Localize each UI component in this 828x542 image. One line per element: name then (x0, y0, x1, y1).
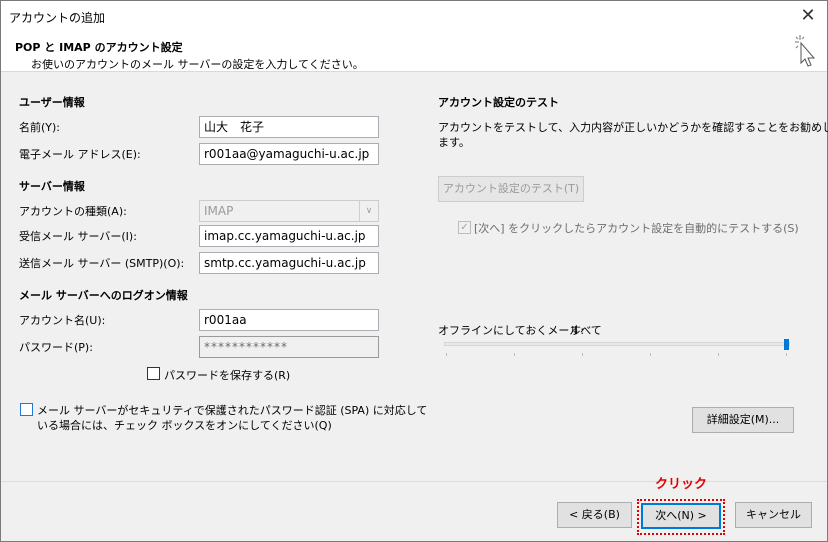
advanced-settings-button[interactable]: 詳細設定(M)... (692, 407, 794, 433)
chevron-down-icon: ∨ (359, 201, 378, 221)
password-label: パスワード(P): (19, 341, 93, 354)
offline-slider-thumb[interactable] (784, 339, 789, 350)
slider-tick (786, 353, 787, 356)
auto-test-checkbox[interactable]: ✓ (458, 221, 471, 234)
slider-tick (718, 353, 719, 356)
save-password-label[interactable]: パスワードを保存する(R) (164, 367, 290, 383)
dialog-header: POP と IMAP のアカウント設定 お使いのアカウントのメール サーバーの設… (1, 31, 827, 72)
window-title: アカウントの追加 (9, 11, 106, 25)
test-heading: アカウント設定のテスト (438, 96, 559, 109)
test-description-line1: アカウントをテストして、入力内容が正しいかどうかを確認することをお勧めし (438, 121, 828, 134)
incoming-server-field[interactable]: imap.cc.yamaguchi-u.ac.jp (199, 225, 379, 247)
server-info-heading: サーバー情報 (19, 180, 85, 193)
slider-tick (582, 353, 583, 356)
spa-label-line2[interactable]: いる場合には、チェック ボックスをオンにしてください(Q) (37, 417, 332, 433)
email-field[interactable]: r001aa@yamaguchi-u.ac.jp (199, 143, 379, 165)
next-button[interactable]: 次へ(N) > (641, 503, 721, 529)
slider-tick (650, 353, 651, 356)
add-account-dialog: アカウントの追加 ✕ POP と IMAP のアカウント設定 お使いのアカウント… (0, 0, 828, 542)
account-name-label: アカウント名(U): (19, 314, 106, 327)
spa-label-line1[interactable]: メール サーバーがセキュリティで保護されたパスワード認証 (SPA) に対応して (37, 402, 427, 418)
name-label: 名前(Y): (19, 121, 61, 134)
close-icon[interactable]: ✕ (795, 3, 821, 29)
account-type-label: アカウントの種類(A): (19, 205, 127, 218)
page-title: POP と IMAP のアカウント設定 (15, 41, 183, 54)
offline-label: オフラインにしておくメール: (438, 324, 585, 337)
user-info-heading: ユーザー情報 (19, 96, 85, 109)
spa-checkbox[interactable] (20, 403, 33, 416)
outgoing-server-field[interactable]: smtp.cc.yamaguchi-u.ac.jp (199, 252, 379, 274)
incoming-server-label: 受信メール サーバー(I): (19, 230, 137, 243)
auto-test-label[interactable]: [次へ] をクリックしたらアカウント設定を自動的にテストする(S) (474, 220, 799, 236)
page-subtitle: お使いのアカウントのメール サーバーの設定を入力してください。 (31, 58, 364, 71)
test-description-line2: ます。 (438, 136, 470, 149)
pointer-sparkle-icon (795, 35, 816, 67)
back-button[interactable]: < 戻る(B) (557, 502, 632, 528)
name-field[interactable]: 山大 花子 (199, 116, 379, 138)
account-type-value: IMAP (204, 204, 234, 218)
email-label: 電子メール アドレス(E): (19, 148, 141, 161)
logon-info-heading: メール サーバーへのログオン情報 (19, 289, 188, 302)
offline-slider-track[interactable] (444, 342, 790, 346)
account-name-field[interactable]: r001aa (199, 309, 379, 331)
outgoing-server-label: 送信メール サーバー (SMTP)(O): (19, 257, 185, 270)
click-annotation: クリック (655, 477, 708, 492)
account-type-select: IMAP ∨ (199, 200, 379, 222)
save-password-checkbox[interactable] (147, 367, 160, 380)
password-field[interactable]: ************ (199, 336, 379, 358)
slider-tick (514, 353, 515, 356)
cancel-button[interactable]: キャンセル (735, 502, 812, 528)
offline-value: すべて (570, 324, 602, 337)
title-bar: アカウントの追加 ✕ (1, 1, 827, 31)
slider-tick (446, 353, 447, 356)
test-account-button[interactable]: アカウント設定のテスト(T) (438, 176, 584, 202)
